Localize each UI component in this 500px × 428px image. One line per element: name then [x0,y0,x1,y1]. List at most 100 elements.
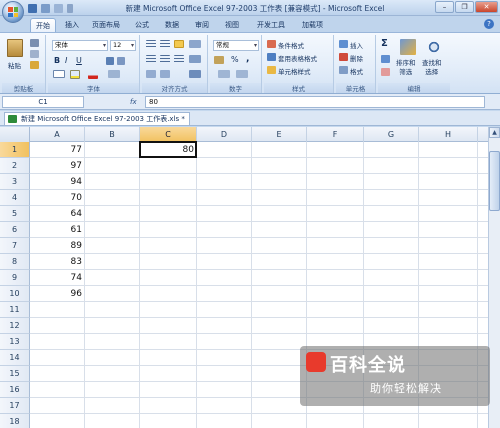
workbook-tab[interactable]: 新建 Microsoft Office Excel 97-2003 工作表.xl… [4,112,190,125]
align-top-icon[interactable] [146,40,156,48]
cell-a8[interactable]: 83 [30,254,85,270]
format-painter-icon[interactable] [30,61,39,69]
cell-a9[interactable]: 74 [30,270,85,286]
insert-function-icon[interactable]: fx [130,96,142,108]
percent-button[interactable]: % [231,55,239,64]
cell-a3[interactable]: 94 [30,174,85,190]
formula-input[interactable]: 80 [145,96,485,108]
row-header-13[interactable]: 13 [0,334,30,350]
row-header-1[interactable]: 1 [0,142,30,158]
scroll-thumb[interactable] [489,151,500,211]
find-select-button[interactable]: 查找和 选择 [422,59,442,77]
cell-a7[interactable]: 89 [30,238,85,254]
cut-icon[interactable] [30,39,39,47]
row-header-14[interactable]: 14 [0,350,30,366]
align-bottom-icon[interactable] [174,40,184,48]
fill-icon[interactable] [381,55,390,63]
row-header-6[interactable]: 6 [0,222,30,238]
row-header-5[interactable]: 5 [0,206,30,222]
sort-filter-button[interactable]: 排序和 筛选 [396,59,416,77]
column-header-b[interactable]: B [85,127,140,142]
close-button[interactable]: ✕ [475,1,498,13]
paste-icon[interactable] [7,39,23,57]
select-all-corner[interactable] [0,127,30,142]
font-name-select[interactable]: 宋体 [52,40,108,51]
name-box[interactable]: C1 [2,96,84,108]
column-header-e[interactable]: E [252,127,307,142]
copy-icon[interactable] [30,50,39,58]
tab-home[interactable]: 开始 [30,18,56,32]
cell-a4[interactable]: 70 [30,190,85,206]
number-format-select[interactable]: 常规 [213,40,259,51]
borders-icon[interactable] [53,70,65,78]
column-header-a[interactable]: A [30,127,85,142]
tab-add-ins[interactable]: 加载项 [297,18,328,32]
row-header-18[interactable]: 18 [0,414,30,428]
column-header-f[interactable]: F [307,127,364,142]
increase-decimal-icon[interactable] [218,70,230,78]
customize-qat-icon[interactable] [67,4,73,13]
tab-page-layout[interactable]: 页面布局 [87,18,125,32]
merge-center-icon[interactable] [189,70,201,78]
conditional-format-button[interactable]: 条件格式 [278,40,304,50]
minimize-button[interactable]: – [435,1,454,13]
tab-data[interactable]: 数据 [160,18,184,32]
clear-icon[interactable] [381,68,390,76]
row-header-9[interactable]: 9 [0,270,30,286]
align-middle-icon[interactable] [160,40,170,48]
underline-button[interactable]: U [76,56,82,65]
format-cells-button[interactable]: 格式 [350,66,363,76]
tab-formulas[interactable]: 公式 [130,18,154,32]
grow-font-icon[interactable] [106,57,114,65]
delete-cells-button[interactable]: 删除 [350,53,363,63]
comma-button[interactable]: , [246,54,249,64]
row-header-7[interactable]: 7 [0,238,30,254]
wrap-text-icon[interactable] [189,55,201,63]
cell-a1[interactable]: 77 [30,142,85,158]
row-header-2[interactable]: 2 [0,158,30,174]
cell-a6[interactable]: 61 [30,222,85,238]
cell-a5[interactable]: 64 [30,206,85,222]
row-header-16[interactable]: 16 [0,382,30,398]
save-icon[interactable] [28,4,37,13]
autosum-button[interactable]: Σ [381,38,388,49]
insert-cells-button[interactable]: 插入 [350,40,363,50]
decrease-decimal-icon[interactable] [236,70,248,78]
align-left-icon[interactable] [146,55,156,63]
find-select-icon[interactable] [426,39,442,55]
fill-color-icon[interactable] [70,70,80,79]
sort-filter-icon[interactable] [400,39,416,55]
row-header-15[interactable]: 15 [0,366,30,382]
row-header-11[interactable]: 11 [0,302,30,318]
align-right-icon[interactable] [174,55,184,63]
row-header-8[interactable]: 8 [0,254,30,270]
row-header-10[interactable]: 10 [0,286,30,302]
phonetic-icon[interactable] [108,70,120,78]
cell-a2[interactable]: 97 [30,158,85,174]
tab-developer[interactable]: 开发工具 [252,18,290,32]
font-size-select[interactable]: 12 [110,40,136,51]
cell-a10[interactable]: 96 [30,286,85,302]
row-header-4[interactable]: 4 [0,190,30,206]
orientation-icon[interactable] [189,40,201,48]
row-header-17[interactable]: 17 [0,398,30,414]
italic-button[interactable]: I [65,56,67,65]
paste-label[interactable]: 粘贴 [8,60,21,70]
align-center-icon[interactable] [160,55,170,63]
restore-button[interactable]: ❐ [455,1,474,13]
decrease-indent-icon[interactable] [146,70,156,78]
font-color-icon[interactable] [88,70,98,79]
shrink-font-icon[interactable] [117,57,125,65]
scroll-up-icon[interactable]: ▲ [489,127,500,138]
undo-icon[interactable] [41,4,50,13]
tab-view[interactable]: 视图 [220,18,244,32]
column-header-c[interactable]: C [140,127,197,142]
tab-review[interactable]: 审阅 [190,18,214,32]
format-as-table-button[interactable]: 套用表格格式 [278,53,317,63]
column-header-d[interactable]: D [197,127,252,142]
column-header-h[interactable]: H [419,127,478,142]
office-button[interactable] [2,1,24,23]
help-icon[interactable]: ? [484,19,494,29]
row-header-3[interactable]: 3 [0,174,30,190]
column-header-g[interactable]: G [364,127,419,142]
